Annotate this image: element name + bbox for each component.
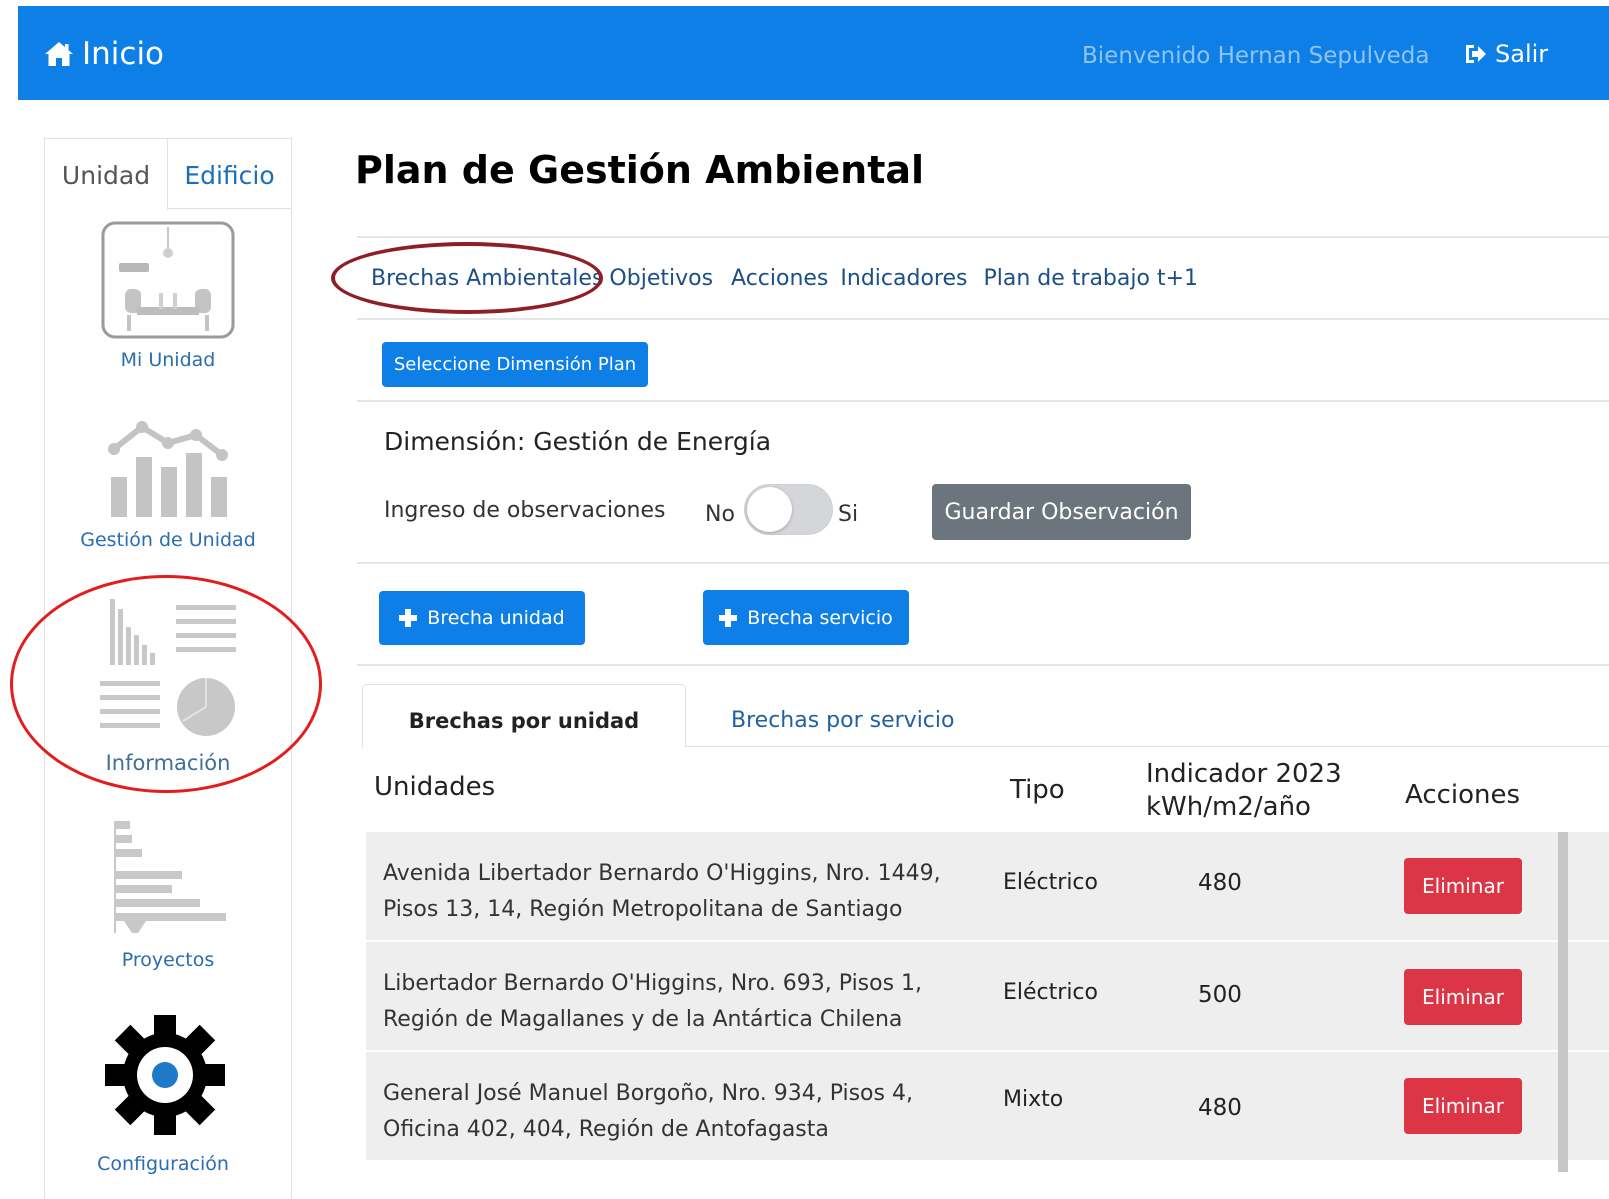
delete-button[interactable]: Eliminar bbox=[1404, 858, 1522, 914]
divider bbox=[357, 400, 1609, 402]
bar-line-chart-icon bbox=[108, 421, 228, 517]
address-cell: General José Manuel Borgoño, Nro. 934, P… bbox=[383, 1076, 913, 1148]
home-icon bbox=[45, 42, 73, 66]
welcome-text: Bienvenido Hernan Sepulveda bbox=[1082, 43, 1430, 69]
top-navbar: Inicio Bienvenido Hernan Sepulveda Salir bbox=[18, 6, 1609, 100]
save-observation-button[interactable]: Guardar Observación bbox=[932, 484, 1191, 540]
tab-brechas-por-unidad[interactable]: Brechas por unidad bbox=[362, 684, 686, 748]
gear-icon bbox=[105, 1015, 225, 1135]
address-line: General José Manuel Borgoño, Nro. 934, P… bbox=[383, 1081, 913, 1106]
indicador-cell: 480 bbox=[1198, 870, 1242, 896]
home-link[interactable]: Inicio bbox=[44, 36, 164, 72]
add-unit-gap-label: Brecha unidad bbox=[427, 607, 565, 629]
table-scrollbar[interactable] bbox=[1558, 832, 1568, 1172]
subnav-indicadores[interactable]: Indicadores bbox=[840, 266, 967, 291]
address-line: Oficina 402, 404, Región de Antofagasta bbox=[383, 1117, 829, 1142]
sidebar-tabs: Unidad Edificio bbox=[45, 139, 291, 210]
plus-icon bbox=[399, 609, 418, 627]
tipo-cell: Eléctrico bbox=[1003, 870, 1098, 895]
add-service-gap-button[interactable]: Brecha servicio bbox=[703, 590, 909, 645]
sidebar-item-label: Gestión de Unidad bbox=[80, 529, 256, 551]
sidebar-item-informacion[interactable]: Información bbox=[45, 597, 291, 775]
sidebar-item-mi-unidad[interactable]: Mi Unidad bbox=[45, 221, 291, 371]
gantt-chart-icon bbox=[114, 821, 226, 933]
add-unit-gap-button[interactable]: Brecha unidad bbox=[379, 591, 585, 645]
column-header-unidades: Unidades bbox=[374, 772, 496, 802]
sidebar-item-label: Información bbox=[105, 751, 231, 775]
divider bbox=[357, 236, 1609, 238]
tipo-cell: Eléctrico bbox=[1003, 980, 1098, 1005]
subnav-plan-de-trabajo[interactable]: Plan de trabajo t+1 bbox=[983, 266, 1198, 291]
address-cell: Avenida Libertador Bernardo O'Higgins, N… bbox=[383, 856, 941, 928]
logout-icon bbox=[1466, 45, 1486, 63]
subnav-acciones[interactable]: Acciones bbox=[731, 266, 828, 291]
divider bbox=[357, 318, 1609, 320]
address-cell: Libertador Bernardo O'Higgins, Nro. 693,… bbox=[383, 966, 922, 1038]
column-header-acciones: Acciones bbox=[1405, 780, 1521, 810]
indicador-cell: 500 bbox=[1198, 982, 1242, 1008]
tipo-cell: Mixto bbox=[1003, 1087, 1064, 1112]
page-title: Plan de Gestión Ambiental bbox=[355, 148, 925, 192]
column-header-tipo: Tipo bbox=[1010, 775, 1065, 805]
add-service-gap-label: Brecha servicio bbox=[747, 606, 893, 629]
sidebar-item-label: Mi Unidad bbox=[120, 349, 216, 371]
subnav-objetivos[interactable]: Objetivos bbox=[609, 266, 713, 291]
divider bbox=[357, 562, 1609, 564]
indicador-cell: 480 bbox=[1198, 1095, 1242, 1121]
sidebar-tab-edificio[interactable]: Edificio bbox=[168, 139, 291, 209]
dimension-title: Dimensión: Gestión de Energía bbox=[384, 427, 772, 456]
indicador-header-line1: Indicador 2023 bbox=[1146, 759, 1342, 789]
table-row: General José Manuel Borgoño, Nro. 934, P… bbox=[366, 1052, 1609, 1160]
sidebar-item-configuracion[interactable]: Configuración bbox=[45, 1013, 291, 1175]
meeting-room-icon bbox=[101, 221, 235, 339]
plus-icon bbox=[719, 608, 738, 627]
column-header-indicador: Indicador 2023 kWh/m2/año bbox=[1146, 758, 1342, 824]
address-line: Pisos 13, 14, Región Metropolitana de Sa… bbox=[383, 897, 903, 922]
select-dimension-button[interactable]: Seleccione Dimensión Plan bbox=[382, 342, 648, 387]
sidebar-item-gestion-de-unidad[interactable]: Gestión de Unidad bbox=[45, 419, 291, 551]
address-line: Avenida Libertador Bernardo O'Higgins, N… bbox=[383, 861, 941, 886]
toggle-si-label: Si bbox=[838, 502, 859, 527]
subnav-brechas-ambientales[interactable]: Brechas Ambientales bbox=[371, 266, 603, 291]
sidebar-item-label: Proyectos bbox=[121, 949, 215, 971]
indicador-header-line2: kWh/m2/año bbox=[1146, 792, 1311, 822]
toggle-no-label: No bbox=[705, 502, 735, 527]
toggle-knob bbox=[747, 487, 792, 532]
divider bbox=[357, 664, 1609, 666]
table-row: Libertador Bernardo O'Higgins, Nro. 693,… bbox=[366, 942, 1609, 1050]
observations-label: Ingreso de observaciones bbox=[384, 498, 666, 523]
sidebar-item-proyectos[interactable]: Proyectos bbox=[45, 815, 291, 971]
observations-toggle[interactable] bbox=[744, 484, 833, 535]
delete-button[interactable]: Eliminar bbox=[1404, 969, 1522, 1025]
sidebar: Unidad Edificio Mi Unidad Gestión de Uni… bbox=[44, 138, 292, 1199]
sidebar-tab-unidad[interactable]: Unidad bbox=[45, 139, 168, 210]
sidebar-item-label: Configuración bbox=[97, 1153, 229, 1175]
delete-button[interactable]: Eliminar bbox=[1404, 1078, 1522, 1134]
logout-label: Salir bbox=[1495, 40, 1549, 68]
logout-link[interactable]: Salir bbox=[1463, 40, 1548, 68]
sub-navigation: Brechas Ambientales Objetivos Acciones I… bbox=[371, 266, 1216, 291]
home-label: Inicio bbox=[82, 36, 165, 72]
info-charts-icon bbox=[100, 599, 236, 736]
app-root: Inicio Bienvenido Hernan Sepulveda Salir… bbox=[0, 0, 1609, 1199]
address-line: Libertador Bernardo O'Higgins, Nro. 693,… bbox=[383, 971, 923, 996]
tab-brechas-por-servicio[interactable]: Brechas por servicio bbox=[731, 708, 954, 733]
table-row: Avenida Libertador Bernardo O'Higgins, N… bbox=[366, 832, 1609, 940]
address-line: Región de Magallanes y de la Antártica C… bbox=[383, 1007, 903, 1032]
